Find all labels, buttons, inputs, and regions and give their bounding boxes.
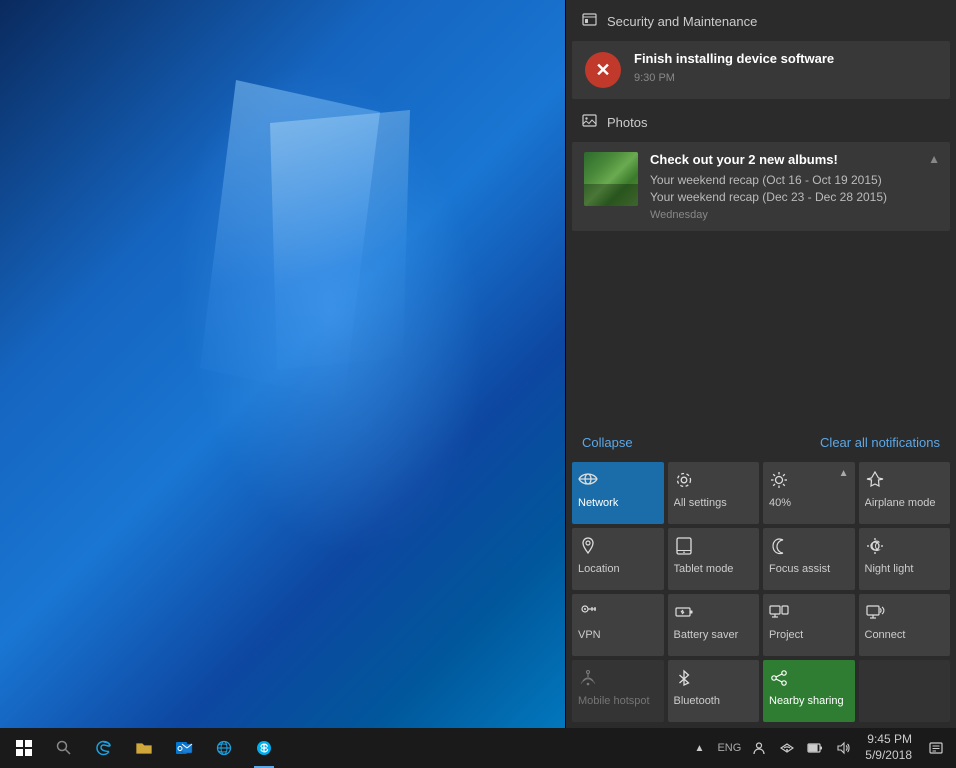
- qa-label-all-settings: All settings: [674, 497, 754, 510]
- battery-tray-icon[interactable]: [801, 728, 829, 768]
- security-group-label: Security and Maintenance: [607, 14, 757, 29]
- qa-tile-focus-assist[interactable]: Focus assist: [763, 528, 855, 590]
- system-tray: ▲ ENG: [685, 728, 956, 768]
- taskbar-outlook[interactable]: [164, 728, 204, 768]
- collapse-button[interactable]: Collapse: [582, 435, 633, 450]
- qa-label-project: Project: [769, 629, 849, 642]
- notifications-area[interactable]: Security and Maintenance ✕ Finish instal…: [566, 0, 956, 427]
- qa-tile-battery-saver[interactable]: Battery saver: [668, 594, 760, 656]
- clock-date: 5/9/2018: [865, 748, 912, 764]
- taskbar-ie[interactable]: [204, 728, 244, 768]
- photos-notif-chevron: ▲: [928, 152, 940, 166]
- tray-overflow-button[interactable]: ▲: [685, 728, 713, 768]
- photos-notif-content: Check out your 2 new albums! Your weeken…: [650, 152, 938, 221]
- photos-notif-body2: Your weekend recap (Dec 23 - Dec 28 2015…: [650, 189, 938, 206]
- vpn-icon: [578, 602, 598, 625]
- qa-tile-network[interactable]: Network: [572, 462, 664, 524]
- qa-label-connect: Connect: [865, 629, 945, 642]
- action-bar: Collapse Clear all notifications: [566, 427, 956, 458]
- qa-tile-all-settings[interactable]: All settings: [668, 462, 760, 524]
- airplane-icon: [865, 470, 885, 493]
- qa-tile-connect[interactable]: Connect: [859, 594, 951, 656]
- qa-tile-mobile-hotspot[interactable]: Mobile hotspot: [572, 660, 664, 722]
- quick-actions-grid: Network All settings: [572, 462, 950, 722]
- project-icon: [769, 602, 789, 625]
- qa-tile-vpn[interactable]: VPN: [572, 594, 664, 656]
- qa-label-location: Location: [578, 563, 658, 576]
- qa-tile-nearby-sharing[interactable]: Nearby sharing: [763, 660, 855, 722]
- location-icon: [578, 536, 598, 559]
- qa-tile-brightness[interactable]: 40% ▲: [763, 462, 855, 524]
- taskbar-apps: [80, 728, 685, 768]
- qa-label-tablet: Tablet mode: [674, 563, 754, 576]
- photos-icon: [582, 113, 597, 132]
- security-notif-title: Finish installing device software: [634, 51, 938, 68]
- photos-notif-body1: Your weekend recap (Oct 16 - Oct 19 2015…: [650, 172, 938, 189]
- photos-group-label: Photos: [607, 115, 647, 130]
- qa-tile-bluetooth[interactable]: Bluetooth: [668, 660, 760, 722]
- brightness-icon: [769, 470, 789, 493]
- tablet-icon: [674, 536, 694, 559]
- action-center-panel: Security and Maintenance ✕ Finish instal…: [566, 0, 956, 728]
- qa-tile-night-light[interactable]: Night light: [859, 528, 951, 590]
- security-icon: [582, 12, 597, 31]
- taskbar-skype[interactable]: [244, 728, 284, 768]
- qa-tile-airplane[interactable]: Airplane mode: [859, 462, 951, 524]
- qa-label-night-light: Night light: [865, 563, 945, 576]
- taskbar: ▲ ENG: [0, 728, 956, 768]
- notif-group-security: Security and Maintenance: [566, 0, 956, 39]
- security-notif-card[interactable]: ✕ Finish installing device software 9:30…: [572, 41, 950, 99]
- qa-tile-empty: [859, 660, 951, 722]
- qa-tile-tablet-mode[interactable]: Tablet mode: [668, 528, 760, 590]
- windows-logo-light: [160, 80, 440, 480]
- volume-icon[interactable]: [829, 728, 857, 768]
- error-icon-wrap: ✕: [584, 51, 622, 89]
- security-notif-content: Finish installing device software 9:30 P…: [634, 51, 938, 84]
- action-center-button[interactable]: [920, 728, 952, 768]
- network-tray-icon[interactable]: [773, 728, 801, 768]
- qa-label-battery-saver: Battery saver: [674, 629, 754, 642]
- moon-icon: [769, 536, 789, 559]
- qa-label-focus: Focus assist: [769, 563, 849, 576]
- qa-label-brightness: 40%: [769, 497, 849, 510]
- qa-label-nearby-sharing: Nearby sharing: [769, 695, 849, 708]
- taskbar-edge[interactable]: [84, 728, 124, 768]
- taskbar-explorer[interactable]: [124, 728, 164, 768]
- photos-thumbnail: [584, 152, 638, 206]
- photos-notif-card[interactable]: Check out your 2 new albums! Your weeken…: [572, 142, 950, 231]
- desktop-background: [0, 0, 565, 728]
- nearbysharing-icon: [769, 668, 789, 691]
- qa-tile-location[interactable]: Location: [572, 528, 664, 590]
- connect-icon: [865, 602, 885, 625]
- battery-icon: [674, 602, 694, 625]
- clear-all-button[interactable]: Clear all notifications: [820, 435, 940, 450]
- brightness-arrow: ▲: [839, 468, 849, 479]
- security-notif-time: 9:30 PM: [634, 72, 938, 84]
- photos-notif-title: Check out your 2 new albums!: [650, 152, 938, 169]
- qa-label-vpn: VPN: [578, 629, 658, 642]
- photos-notif-time: Wednesday: [650, 209, 938, 221]
- qa-tile-project[interactable]: Project: [763, 594, 855, 656]
- qa-label-network: Network: [578, 497, 658, 510]
- language-indicator: ENG: [713, 728, 745, 768]
- clock-time: 9:45 PM: [867, 732, 912, 748]
- notif-group-photos: Photos: [566, 101, 956, 140]
- start-button[interactable]: [0, 728, 48, 768]
- qa-label-airplane: Airplane mode: [865, 497, 945, 510]
- network-icon: [578, 470, 598, 493]
- error-circle-icon: ✕: [585, 52, 621, 88]
- quick-actions-panel: Network All settings: [566, 458, 956, 728]
- cortana-search[interactable]: [48, 732, 80, 764]
- bluetooth-icon: [674, 668, 694, 691]
- clock-display[interactable]: 9:45 PM 5/9/2018: [857, 728, 920, 768]
- qa-label-hotspot: Mobile hotspot: [578, 695, 658, 708]
- qa-label-bluetooth: Bluetooth: [674, 695, 754, 708]
- settings-icon: [674, 470, 694, 493]
- people-icon-tray[interactable]: [745, 728, 773, 768]
- nightlight-icon: [865, 536, 885, 559]
- hotspot-icon: [578, 668, 598, 691]
